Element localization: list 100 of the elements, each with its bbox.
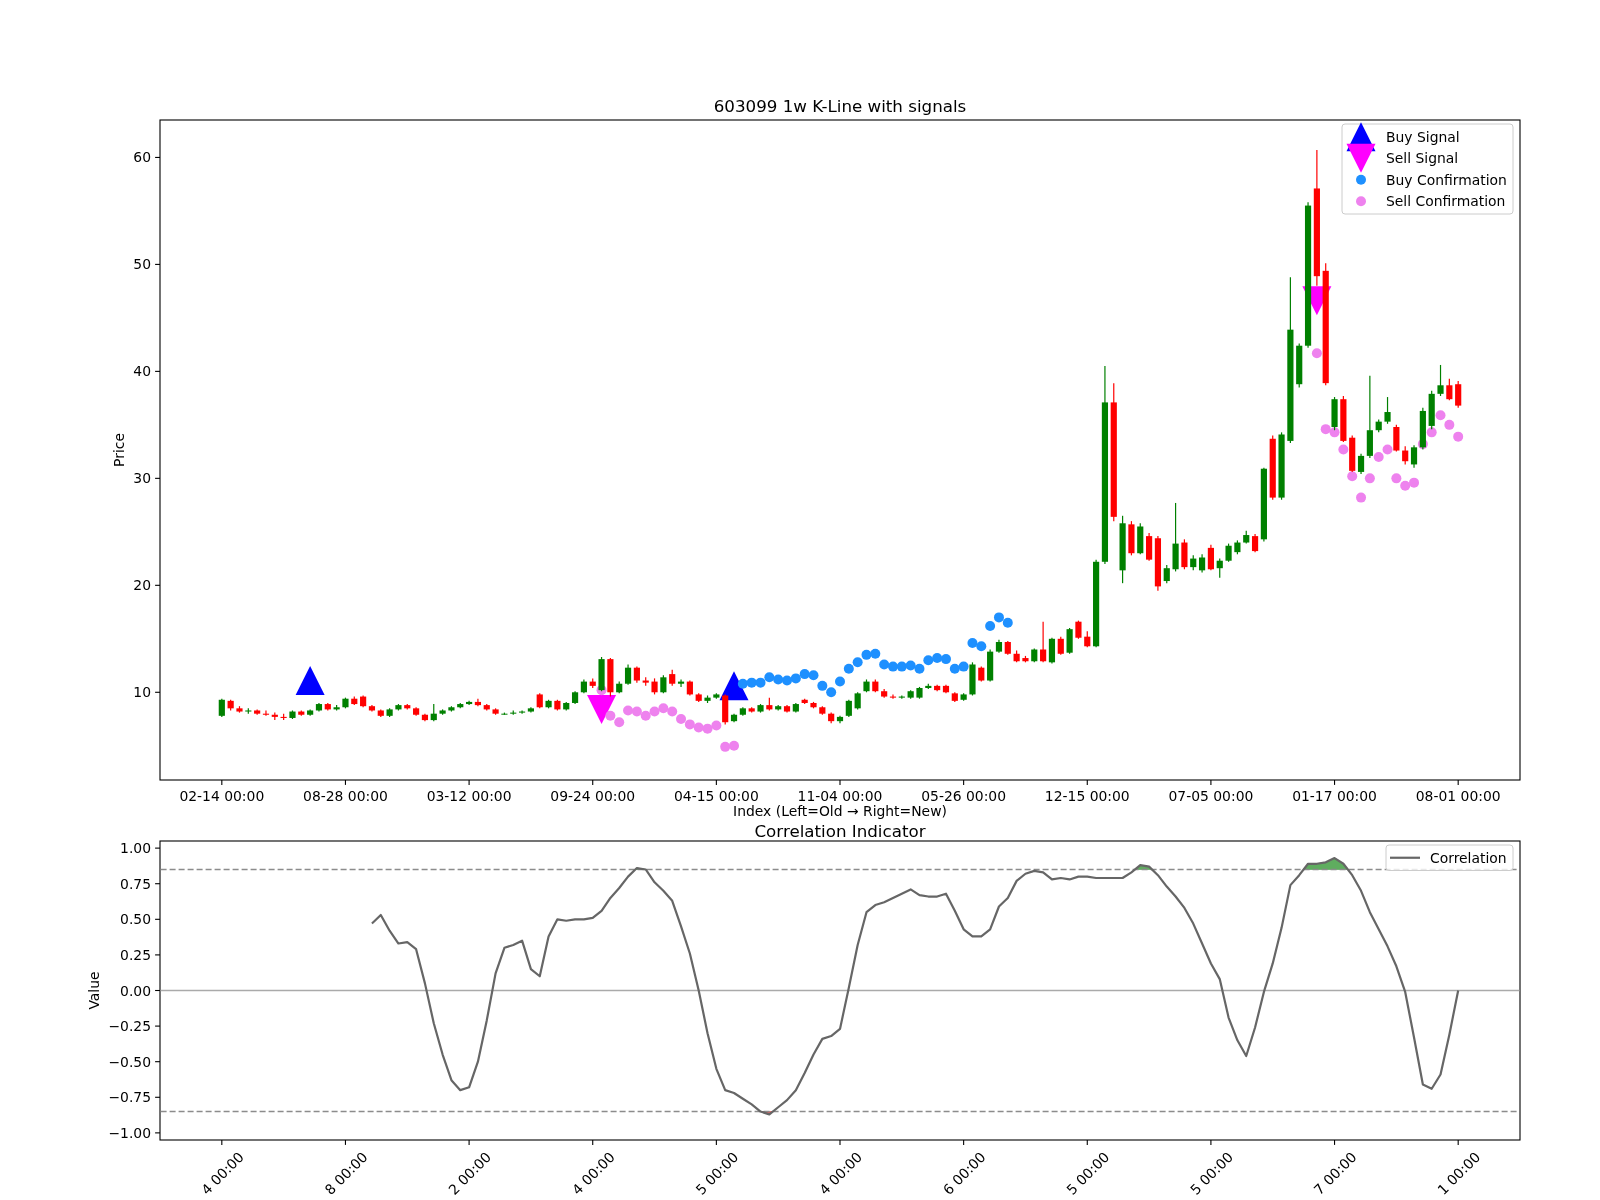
candle <box>1269 434 1276 501</box>
tick-mark <box>1086 1139 1088 1146</box>
tick-label: 02-14 00:00 <box>179 788 265 804</box>
candle <box>1278 431 1285 501</box>
tick-mark <box>154 883 161 885</box>
candle <box>589 677 596 689</box>
legend-label: Sell Confirmation <box>1386 193 1506 210</box>
tick-label: 07-05 00:00 <box>1168 788 1254 804</box>
tick-mark <box>1210 1139 1212 1146</box>
x-axis-label: Index (Left=Old → Right=New) <box>733 803 947 819</box>
tick-label: 20 <box>133 577 151 594</box>
candle <box>536 692 543 709</box>
tick-label: −1.00 <box>108 1124 151 1141</box>
candle <box>598 656 605 692</box>
candle <box>1181 538 1188 570</box>
tick-label: 05-26 00:00 <box>921 788 1007 804</box>
candle <box>801 698 808 705</box>
candle <box>333 704 340 712</box>
tick-label: 0.50 <box>120 911 151 928</box>
candle <box>819 705 826 716</box>
tick-mark <box>1210 779 1212 786</box>
candle <box>713 692 720 700</box>
candle <box>545 699 552 709</box>
candle <box>218 698 225 718</box>
tick-mark <box>154 847 161 849</box>
tick-mark <box>221 1139 223 1146</box>
candle <box>1066 627 1073 655</box>
tick-mark <box>154 156 161 158</box>
candle <box>457 702 464 709</box>
candle <box>554 699 561 712</box>
candle <box>969 661 976 697</box>
candle <box>386 707 393 718</box>
tick-label: −0.50 <box>108 1053 151 1070</box>
tick-label: 11-04 00:00 <box>797 788 883 804</box>
candle <box>1393 424 1400 453</box>
candle <box>404 703 411 710</box>
candle <box>1013 649 1020 663</box>
tick-mark <box>1334 779 1336 786</box>
tick-mark <box>839 779 841 786</box>
candle <box>1428 390 1435 430</box>
candle <box>810 701 817 709</box>
candle <box>704 694 711 704</box>
candle <box>748 706 755 714</box>
candle <box>1455 380 1462 409</box>
tick-mark <box>154 918 161 920</box>
tick-label: −0.75 <box>108 1089 151 1106</box>
tick-mark <box>154 477 161 479</box>
tick-mark <box>154 1061 161 1063</box>
tick-label: 12-15 00:00 <box>1044 788 1130 804</box>
tick-mark <box>154 954 161 956</box>
candle <box>1190 554 1197 571</box>
candle <box>660 674 667 694</box>
candle <box>766 697 773 712</box>
tick-mark <box>1457 779 1459 786</box>
tick-label: 30 <box>133 470 151 487</box>
tick-label: −0.25 <box>108 1018 151 1035</box>
legend-label: Sell Signal <box>1386 150 1459 167</box>
tick-label: 40 <box>133 363 151 380</box>
candle <box>1163 564 1170 584</box>
tick-mark <box>963 779 965 786</box>
tick-mark <box>468 1139 470 1146</box>
tick-label: 0.00 <box>120 982 151 999</box>
tick-label: 04-15 00:00 <box>673 788 759 804</box>
tick-mark <box>715 1139 717 1146</box>
tick-mark <box>963 1139 965 1146</box>
candle <box>298 709 305 717</box>
candle <box>872 678 879 693</box>
candle <box>439 708 446 716</box>
candle <box>607 657 614 698</box>
candle <box>1119 515 1126 584</box>
y-axis-label: Value <box>86 971 102 1010</box>
candle <box>916 686 923 700</box>
candle <box>1340 395 1347 443</box>
tick-mark <box>154 370 161 372</box>
candle <box>1384 396 1391 425</box>
tick-mark <box>154 1025 161 1027</box>
y-axis-label: Price <box>111 433 127 467</box>
candle <box>289 709 296 720</box>
tick-mark <box>154 989 161 992</box>
tick-mark <box>468 779 470 786</box>
candle <box>280 713 287 721</box>
candle <box>925 683 932 690</box>
candle <box>492 707 499 716</box>
candle <box>1075 620 1082 640</box>
tick-mark <box>221 779 223 786</box>
candle <box>1137 522 1144 555</box>
tick-label: 08-28 00:00 <box>303 788 388 804</box>
threshold-fill <box>1303 857 1349 870</box>
candle <box>1437 364 1444 397</box>
tick-mark <box>592 1139 594 1146</box>
candle <box>978 666 985 683</box>
tick-mark <box>154 691 161 693</box>
tick-label: 50 <box>133 256 151 273</box>
tick-mark <box>154 1132 161 1134</box>
candle <box>695 692 702 703</box>
chart-title: 603099 1w K-Line with signals <box>713 96 967 116</box>
candle <box>227 699 234 712</box>
tick-label: 0.25 <box>120 946 151 963</box>
candle <box>1216 557 1223 579</box>
tick-label: 09-24 00:00 <box>550 788 636 804</box>
